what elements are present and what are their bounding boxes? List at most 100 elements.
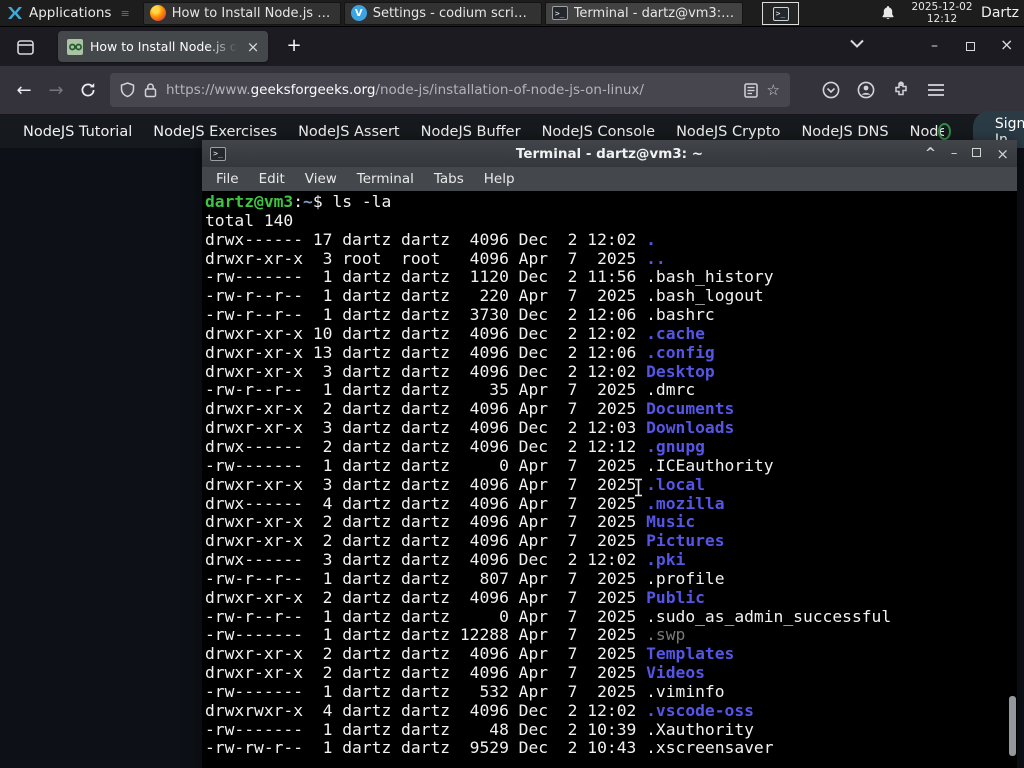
terminal-menu-item[interactable]: Help [474, 171, 525, 187]
tab-close-button[interactable]: × [244, 38, 262, 56]
text-cursor [635, 478, 642, 497]
close-button[interactable]: × [996, 145, 1009, 163]
taskbar-button-terminal[interactable]: >_ Terminal - dartz@vm3: ~ [544, 1, 743, 25]
file-attributes: drwxr-xr-x 2 dartz dartz 4096 Apr 7 2025 [205, 531, 647, 551]
reload-button[interactable] [72, 82, 104, 98]
taskbar-button-firefox[interactable]: How to Install Node.js o... [142, 1, 341, 25]
pocket-icon[interactable] [822, 81, 840, 99]
taskbar-button-vscodium[interactable]: V Settings - codium script... [343, 1, 542, 25]
file-name: Public [646, 587, 705, 607]
file-attributes: drwxr-xr-x 2 dartz dartz 4096 Apr 7 2025 [205, 663, 647, 683]
file-row: drwxr-xr-x 10 dartz dartz 4096 Dec 2 12:… [205, 323, 1017, 344]
browser-toolbar: ← → https://www.geeksforgeeks.org/node-j… [0, 66, 1024, 115]
terminal-scrollbar-thumb[interactable] [1009, 696, 1016, 756]
back-button[interactable]: ← [8, 80, 40, 101]
total-line: total 140 [205, 210, 294, 230]
file-attributes: -rw-r--r-- 1 dartz dartz 807 Apr 7 2025 [205, 568, 647, 588]
site-nav-link[interactable]: NodeJS Assert [298, 124, 400, 140]
tray-terminal-launcher[interactable]: >_ [762, 2, 799, 25]
file-row: -rw-r--r-- 1 dartz dartz 220 Apr 7 2025 … [205, 286, 1017, 306]
forward-button[interactable]: → [40, 80, 72, 101]
file-row: drwxr-xr-x 3 dartz dartz 4096 Dec 2 12:0… [205, 418, 1017, 438]
panel-clock[interactable]: 2025-12-02 12:12 [908, 1, 976, 25]
vscodium-icon: V [350, 5, 367, 21]
command-text: ls -la [332, 192, 392, 211]
account-icon[interactable] [857, 81, 875, 99]
extensions-puzzle-icon[interactable] [892, 81, 910, 99]
maximize-button[interactable] [972, 146, 982, 161]
applications-menu-icon [8, 7, 22, 19]
notification-bell-icon[interactable] [880, 5, 896, 22]
firefox-view-button[interactable] [10, 35, 40, 59]
window-minimize-button[interactable]: – [931, 39, 938, 53]
list-all-tabs-button[interactable] [850, 39, 864, 48]
file-attributes: drwxr-xr-x 3 dartz dartz 4096 Dec 2 12:0… [205, 418, 647, 438]
site-nav-link[interactable]: NodeJS Crypto [676, 124, 780, 140]
file-name: .viminfo [646, 681, 725, 701]
reader-mode-icon[interactable] [743, 82, 758, 98]
terminal-window-controls: ^ – × [925, 145, 1009, 163]
new-tab-button[interactable]: + [282, 36, 306, 58]
terminal-menu-item[interactable]: Edit [249, 171, 295, 187]
file-attributes: drwxr-xr-x 2 dartz dartz 4096 Apr 7 2025 [205, 644, 647, 664]
browser-tab-active[interactable]: How to Install Node.js on × [58, 31, 268, 62]
prompt-path: ~ [303, 192, 313, 211]
terminal-icon: >_ [551, 6, 568, 20]
file-attributes: drwxr-xr-x 2 dartz dartz 4096 Apr 7 2025 [205, 512, 647, 532]
file-row: drwxr-xr-x 2 dartz dartz 4096 Apr 7 2025… [205, 399, 1017, 419]
window-maximize-button[interactable] [966, 40, 975, 54]
clock-date: 2025-12-02 [911, 1, 973, 13]
site-nav-link[interactable]: NodeJS DNS [801, 124, 888, 140]
url-text: https://www.geeksforgeeks.org/node-js/in… [166, 82, 735, 98]
file-row: drwxr-xr-x 2 dartz dartz 4096 Apr 7 2025… [205, 663, 1017, 683]
terminal-icon: >_ [772, 6, 789, 21]
file-row: drwxr-xr-x 2 dartz dartz 4096 Apr 7 2025… [205, 587, 1017, 608]
file-attributes: -rw------- 1 dartz dartz 1120 Dec 2 11:5… [205, 267, 647, 287]
prompt-user-host: dartz@vm3 [205, 192, 294, 211]
terminal-output[interactable]: dartz@vm3:~$ ls -la total 140 drwx------… [202, 191, 1017, 768]
file-row: -rw-rw-r-- 1 dartz dartz 9529 Dec 2 10:4… [205, 739, 1017, 758]
file-attributes: drwx------ 2 dartz dartz 4096 Dec 2 12:1… [205, 436, 647, 456]
shield-icon [120, 82, 135, 98]
site-nav-link[interactable]: NodeJS Tutorial [23, 124, 132, 140]
site-nav-link[interactable]: NodeJS Console [542, 124, 656, 140]
site-nav-link[interactable]: NodeJS Exercises [153, 124, 277, 140]
file-attributes: -rw------- 1 dartz dartz 532 Apr 7 2025 [205, 681, 647, 701]
terminal-titlebar[interactable]: >_ Terminal - dartz@vm3: ~ ^ – × [202, 140, 1017, 167]
file-row: -rw------- 1 dartz dartz 0 Apr 7 2025 .I… [205, 456, 1017, 476]
file-name: .xscreensaver [646, 738, 774, 758]
bookmark-star-icon[interactable]: ☆ [767, 81, 780, 99]
geeksforgeeks-favicon [67, 38, 83, 55]
file-row: drwxr-xr-x 2 dartz dartz 4096 Apr 7 2025… [205, 531, 1017, 551]
file-name: .sudo_as_admin_successful [646, 606, 892, 626]
file-row: -rw------- 1 dartz dartz 48 Dec 2 10:39 … [205, 719, 1017, 740]
window-close-button[interactable]: × [1000, 37, 1013, 53]
hamburger-menu-icon[interactable] [927, 83, 945, 97]
file-row: drwxrwxr-x 4 dartz dartz 4096 Dec 2 12:0… [205, 701, 1017, 721]
terminal-menu-item[interactable]: File [206, 171, 249, 187]
file-attributes: -rw------- 1 dartz dartz 48 Dec 2 10:39 [205, 719, 647, 739]
url-bar[interactable]: https://www.geeksforgeeks.org/node-js/in… [110, 73, 790, 107]
terminal-menu-item[interactable]: Tabs [424, 171, 474, 187]
file-name: .bash_history [646, 267, 774, 287]
file-row: -rw-r--r-- 1 dartz dartz 0 Apr 7 2025 .s… [205, 606, 1017, 627]
site-nav-link[interactable]: NodeJS Buffer [421, 124, 521, 140]
search-icon[interactable] [937, 123, 951, 140]
terminal-menu-item[interactable]: View [295, 171, 347, 187]
terminal-menu-item[interactable]: Terminal [347, 171, 424, 187]
file-name: .dmrc [646, 380, 696, 400]
file-row: drwx------ 17 dartz dartz 4096 Dec 2 12:… [205, 230, 1017, 250]
terminal-prompt-line: dartz@vm3:~$ ls -la [205, 192, 392, 211]
file-attributes: drwx------ 3 dartz dartz 4096 Dec 2 12:0… [205, 550, 647, 570]
browser-tab-strip: How to Install Node.js on × + – × [0, 27, 1024, 66]
file-name: .gnupg [646, 436, 705, 456]
minimize-button[interactable]: – [951, 146, 958, 161]
shade-button[interactable]: ^ [925, 146, 936, 161]
file-name: Documents [646, 399, 735, 419]
file-name: .config [646, 342, 715, 362]
file-name: .cache [646, 323, 705, 343]
file-name: .bash_logout [646, 286, 764, 306]
file-attributes: -rw-r--r-- 1 dartz dartz 220 Apr 7 2025 [205, 286, 647, 306]
file-row: drwxr-xr-x 2 dartz dartz 4096 Apr 7 2025… [205, 512, 1017, 532]
applications-menu-button[interactable]: Applications ≡ [0, 0, 140, 27]
